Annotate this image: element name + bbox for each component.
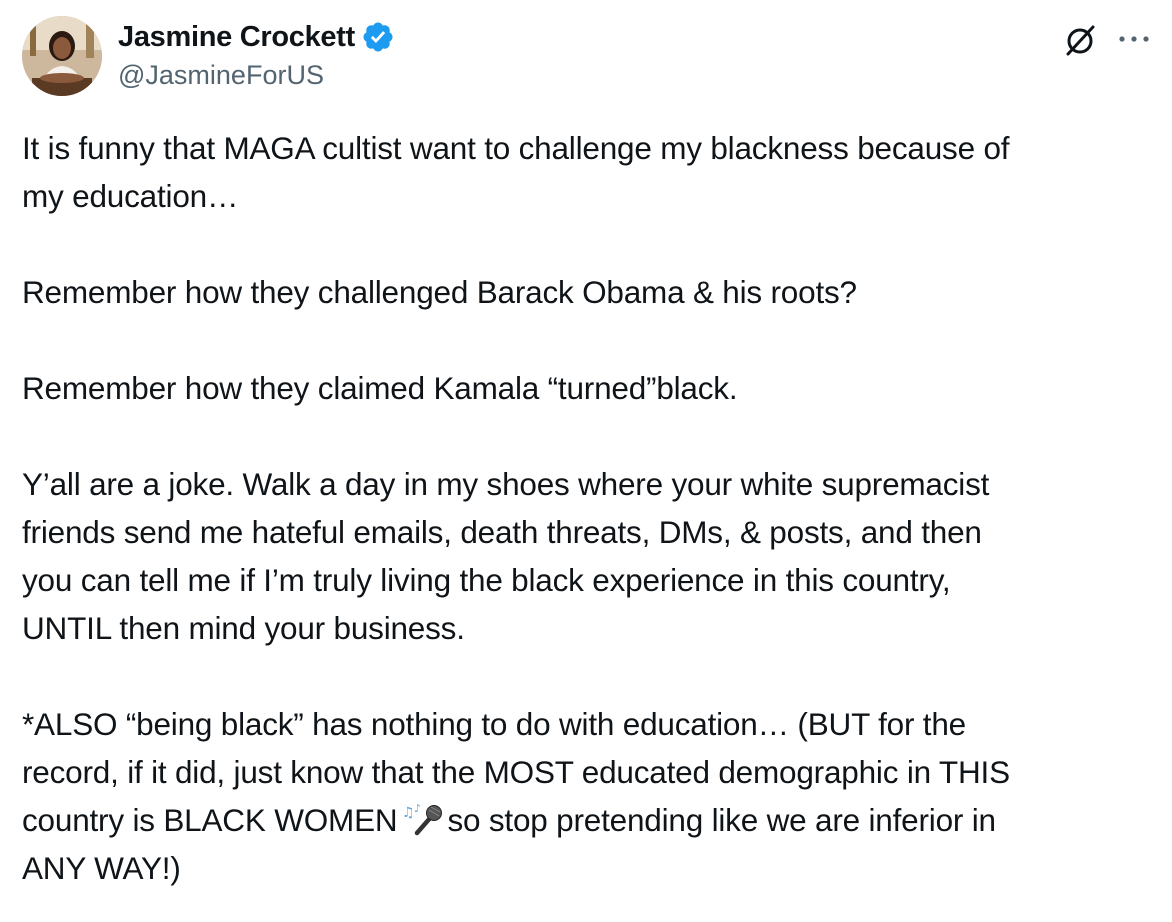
tweet-line: friends send me hateful emails, death th… [22,514,982,550]
singer-microphone-emoji-icon: ♫ ♪ [402,802,443,836]
avatar-photo [22,16,102,96]
tweet-line: UNTIL then mind your business. [22,610,465,646]
tweet-line: *ALSO “being black” has nothing to do wi… [22,706,966,742]
svg-text:♫: ♫ [402,805,414,821]
tweet-line: Remember how they challenged Barack Obam… [22,274,857,310]
tweet-line: you can tell me if I’m truly living the … [22,562,951,598]
tweet-line: Y’all are a joke. Walk a day in my shoes… [22,466,990,502]
tweet-line: Remember how they claimed Kamala “turned… [22,370,738,406]
tweet-line-segment: country is BLACK WOMEN [22,802,398,838]
tweet-line-with-emoji: country is BLACK WOMEN ♫ ♪ so stop prete… [22,796,1152,844]
tweet-paragraph-3: Remember how they claimed Kamala “turned… [22,364,1152,412]
tweet-paragraph-1: It is funny that MAGA cultist want to ch… [22,124,1152,220]
grok-slash-circle-icon[interactable] [1060,20,1100,60]
tweet-paragraph-5: *ALSO “being black” has nothing to do wi… [22,700,1152,892]
more-options-icon[interactable] [1114,24,1154,54]
tweet-line: ANY WAY!) [22,850,181,886]
svg-text:♪: ♪ [414,802,421,815]
tweet-paragraph-2: Remember how they challenged Barack Obam… [22,268,1152,316]
tweet-text: It is funny that MAGA cultist want to ch… [22,124,1152,892]
tweet-card: Jasmine Crockett @JasmineForUS It is fun… [0,0,1172,922]
tweet-paragraph-4: Y’all are a joke. Walk a day in my shoes… [22,460,1152,652]
author-name-row: Jasmine Crockett [118,18,395,56]
author-handle[interactable]: @JasmineForUS [118,60,324,91]
verified-badge-icon[interactable] [361,20,395,54]
author-avatar[interactable] [22,16,102,96]
tweet-line: It is funny that MAGA cultist want to ch… [22,130,1010,166]
tweet-line: my education… [22,178,239,214]
author-display-name[interactable]: Jasmine Crockett [118,21,355,54]
tweet-line: record, if it did, just know that the MO… [22,754,1010,790]
tweet-line-segment: so stop pretending like we are inferior … [447,802,996,838]
